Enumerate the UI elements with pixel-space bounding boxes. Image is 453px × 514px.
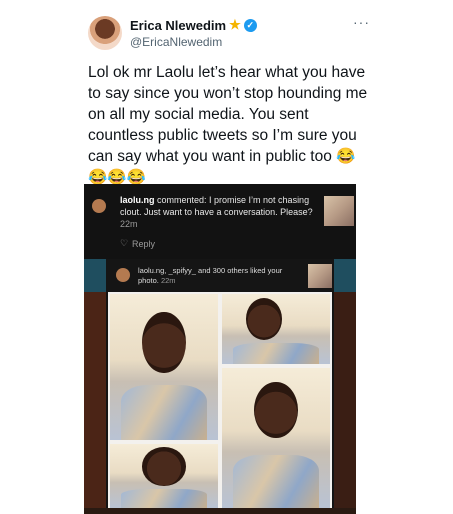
- likes-notification: laolu.ng, _spifyy_ and 300 others liked …: [106, 259, 334, 292]
- comment-verb: commented:: [154, 195, 210, 205]
- media-bottom-edge: [84, 508, 356, 514]
- reply-label: Reply: [132, 239, 156, 249]
- comment-text: laolu.ng commented: I promise I’m not ch…: [120, 194, 330, 230]
- more-options-icon[interactable]: ···: [353, 14, 370, 30]
- photo-shirt: [120, 384, 208, 440]
- tweet-media[interactable]: laolu.ng commented: I promise I’m not ch…: [84, 184, 356, 510]
- commenter-avatar: [92, 199, 106, 213]
- photo-portrait: [254, 382, 298, 438]
- photo-tile: [110, 294, 218, 440]
- photo-border-left: [84, 292, 106, 510]
- star-emoji-icon: ★: [229, 17, 241, 32]
- verified-badge-icon: ✓: [243, 18, 257, 32]
- photo-border-right: [334, 292, 356, 510]
- photo-shirt: [232, 343, 320, 364]
- author-name[interactable]: Erica Nlewedim: [130, 18, 226, 33]
- photo-portrait: [142, 311, 186, 373]
- photo-tile: [222, 368, 330, 508]
- photo-tile: [222, 294, 330, 364]
- photo-shirt: [232, 454, 320, 508]
- tweet-text: Lol ok mr Laolu let’s hear what you have…: [88, 64, 368, 186]
- instagram-comment-screenshot: laolu.ng commented: I promise I’m not ch…: [84, 184, 356, 259]
- likes-text: laolu.ng, _spifyy_ and 300 others liked …: [138, 266, 288, 286]
- liked-photo-thumbnail: [308, 264, 332, 288]
- heart-icon: ♡: [120, 238, 129, 248]
- comment-post-thumbnail: [324, 196, 354, 226]
- likes-time: 22m: [158, 276, 176, 285]
- author-avatar[interactable]: [88, 16, 122, 50]
- photo-portrait: [245, 297, 283, 340]
- photo-shirt: [120, 488, 208, 508]
- tweet-header: Erica Nlewedim ★ ✓ @EricaNlewedim ···: [88, 14, 370, 56]
- photo-collage: [108, 292, 332, 510]
- author-handle[interactable]: @EricaNlewedim: [130, 35, 222, 49]
- liker-avatar: [116, 268, 130, 282]
- photo-tile: [110, 444, 218, 508]
- comment-username: laolu.ng: [120, 195, 155, 205]
- comment-time: 22m: [120, 219, 138, 229]
- photo-portrait: [142, 447, 186, 486]
- author-name-row[interactable]: Erica Nlewedim ★ ✓: [130, 17, 257, 33]
